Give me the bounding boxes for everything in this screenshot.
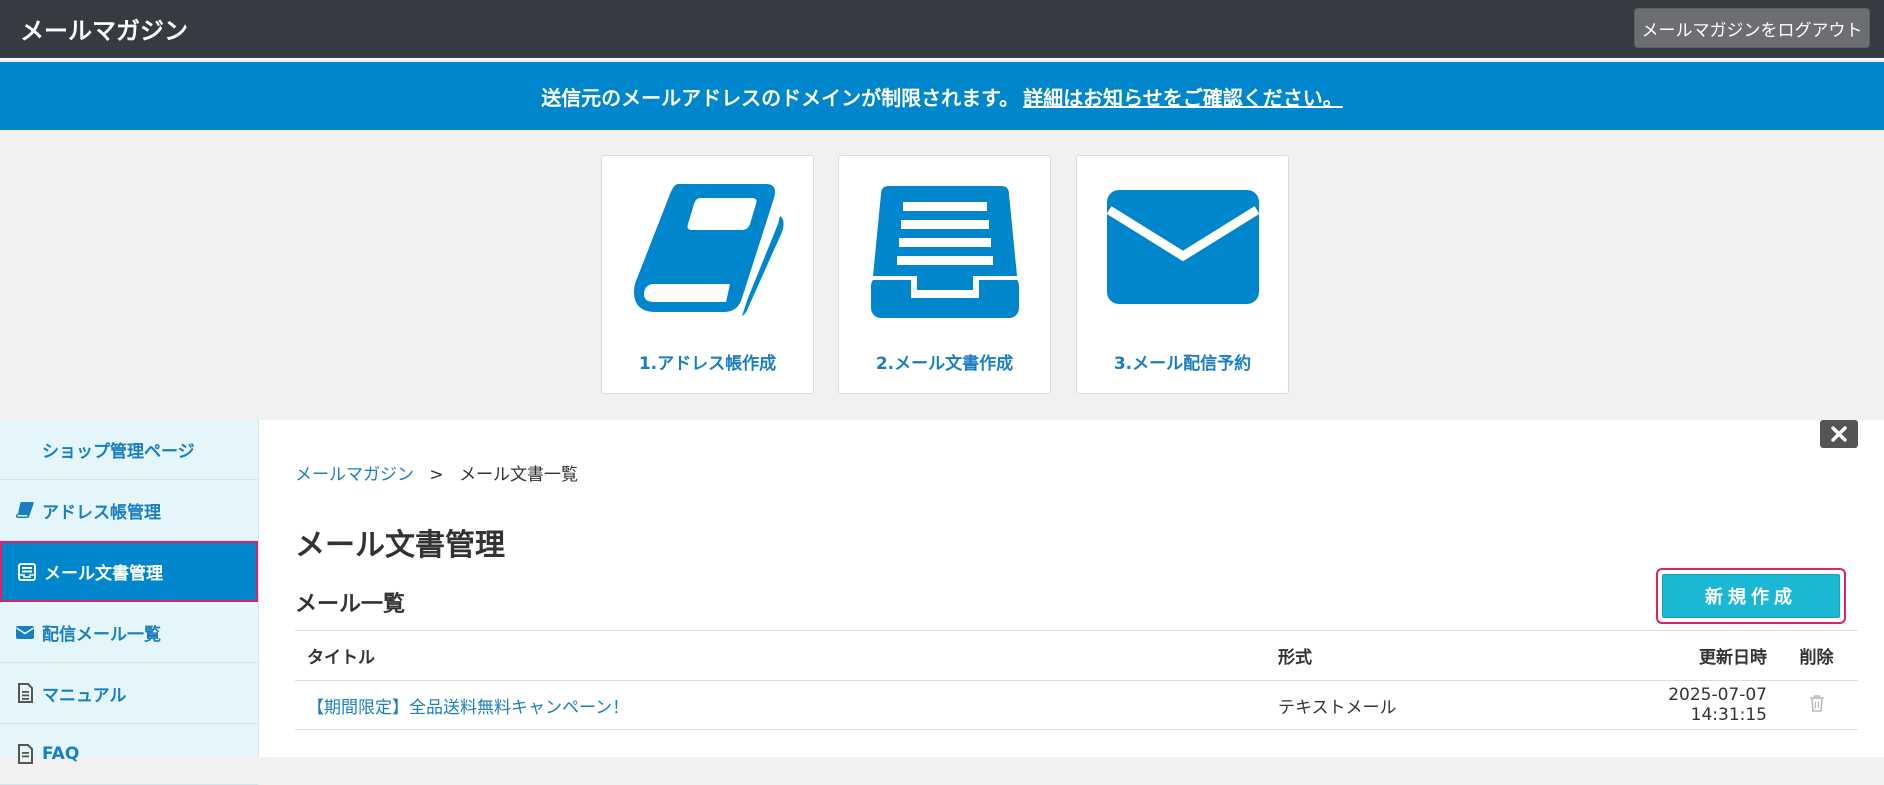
top-header: メールマガジン メールマガジンをログアウト: [0, 0, 1884, 60]
column-header-updated: 更新日時: [1699, 648, 1767, 668]
column-header-title: タイトル: [307, 648, 375, 668]
step-mail-document-card[interactable]: 2.メール文書作成: [838, 155, 1051, 394]
sidebar-item-manual[interactable]: マニュアル: [0, 663, 258, 724]
sidebar: ショップ管理ページ アドレス帳管理 メール文書管理 配信メール一覧 マニュアル …: [0, 420, 259, 785]
sidebar-item-faq[interactable]: FAQ: [0, 724, 258, 785]
breadcrumb-current: メール文書一覧: [459, 465, 579, 485]
table-row: 【期間限定】全品送料無料キャンペーン！ テキストメール 2025-07-07 1…: [295, 680, 1858, 730]
section-title: メール一覧: [295, 592, 406, 617]
mail-table: タイトル 形式 更新日時 削除 【期間限定】全品送料無料キャンペーン！ テキスト…: [295, 630, 1858, 730]
column-header-delete: 削除: [1799, 648, 1834, 668]
breadcrumb: メールマガジン > メール文書一覧: [295, 460, 578, 485]
sidebar-item-label: 配信メール一覧: [42, 624, 161, 645]
inbox-tray-icon: [871, 186, 1019, 318]
step-address-book-card[interactable]: 1.アドレス帳作成: [601, 155, 814, 394]
address-book-icon: [634, 184, 784, 316]
page-title: メール文書管理: [295, 528, 505, 563]
sidebar-item-label: アドレス帳管理: [42, 502, 161, 523]
mail-updated: 2025-07-07 14:31:15: [1668, 685, 1767, 725]
document-icon: [14, 682, 36, 704]
sidebar-item-address-book[interactable]: アドレス帳管理: [0, 480, 258, 541]
sidebar-item-mail-documents[interactable]: メール文書管理: [0, 541, 258, 602]
column-header-format: 形式: [1278, 648, 1312, 668]
breadcrumb-separator: >: [429, 465, 444, 485]
notice-text: 送信元のメールアドレスのドメインが制限されます。: [541, 85, 1020, 110]
mail-title-link[interactable]: 【期間限定】全品送料無料キャンペーン！: [295, 693, 1270, 718]
step-label: 1.アドレス帳作成: [638, 354, 777, 374]
sidebar-item-delivered-mail[interactable]: 配信メール一覧: [0, 602, 258, 663]
notice-link[interactable]: 詳細はお知らせをご確認ください。: [1023, 82, 1343, 111]
close-icon: [1831, 426, 1847, 442]
envelope-icon: [14, 621, 36, 643]
document-icon: [14, 743, 36, 765]
new-button-highlight: 新規作成: [1656, 568, 1846, 624]
sidebar-item-label: FAQ: [42, 744, 80, 764]
app-title: メールマガジン: [20, 17, 188, 45]
logout-button[interactable]: メールマガジンをログアウト: [1634, 8, 1870, 48]
trash-icon[interactable]: [1809, 694, 1825, 712]
breadcrumb-root-link[interactable]: メールマガジン: [295, 465, 414, 485]
main-content: メールマガジン > メール文書一覧 メール文書管理 メール一覧 新規作成 タイト…: [259, 420, 1884, 757]
sidebar-shop-admin-link[interactable]: ショップ管理ページ: [0, 420, 258, 480]
sidebar-item-label: メール文書管理: [44, 564, 163, 584]
step-label: 2.メール文書作成: [875, 354, 1014, 374]
delete-cell: [1775, 694, 1858, 717]
envelope-icon: [1106, 190, 1260, 304]
step-label: 3.メール配信予約: [1113, 354, 1252, 374]
step-mail-delivery-card[interactable]: 3.メール配信予約: [1076, 155, 1289, 394]
sidebar-item-label: マニュアル: [42, 685, 127, 706]
new-create-button[interactable]: 新規作成: [1662, 574, 1840, 618]
inbox-icon: [16, 561, 38, 583]
close-button[interactable]: [1820, 420, 1858, 448]
notice-banner: 送信元のメールアドレスのドメインが制限されます。 詳細はお知らせをご確認ください…: [0, 62, 1884, 130]
mail-format: テキストメール: [1278, 697, 1397, 718]
steps-panel: 1.アドレス帳作成 2.メール文書作成 3.メール配信予約: [0, 130, 1884, 420]
table-header-row: タイトル 形式 更新日時 削除: [295, 630, 1858, 680]
book-icon: [14, 499, 36, 521]
